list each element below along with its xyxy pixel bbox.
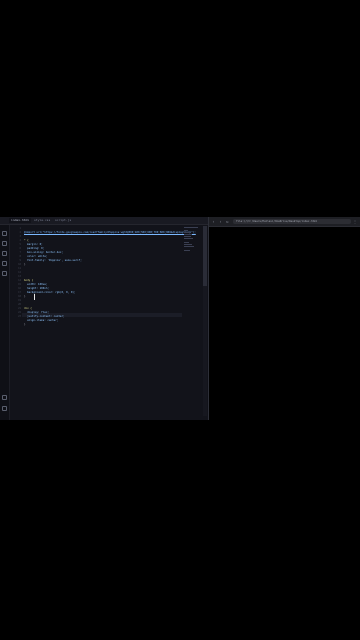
tab-style-css[interactable]: style.css bbox=[32, 218, 52, 223]
account-icon[interactable] bbox=[2, 395, 7, 400]
line-number: 4 bbox=[19, 239, 21, 242]
code-line: width: 100vw; bbox=[24, 283, 48, 286]
code-line: padding: 0; bbox=[24, 247, 45, 250]
line-number: 5 bbox=[19, 243, 21, 246]
line-number: 6 bbox=[19, 247, 21, 250]
code-line: height: 100vh; bbox=[24, 287, 49, 290]
line-number: 7 bbox=[19, 251, 21, 254]
code-editor[interactable]: index.html style.css script.js 1 2 3 4 5… bbox=[0, 217, 208, 420]
editor-tab-bar: index.html style.css script.js bbox=[0, 217, 208, 225]
browser-toolbar: ‹ › ↻ file:///C:/Users/Pallavi/OneDrive/… bbox=[209, 217, 360, 227]
code-line: @import url("https://fonts.googleapis.co… bbox=[24, 231, 196, 234]
line-number: 19 bbox=[18, 299, 21, 302]
extensions-icon[interactable] bbox=[2, 271, 7, 276]
run-debug-icon[interactable] bbox=[2, 261, 7, 266]
code-line: box-sizing: border-box; bbox=[24, 251, 64, 254]
line-number: 12 bbox=[18, 271, 21, 274]
line-number: 1 bbox=[19, 227, 21, 230]
code-line: margin: 0; bbox=[24, 243, 43, 246]
line-number: 22 bbox=[18, 311, 21, 314]
line-number: 11 bbox=[18, 267, 21, 270]
code-line: div { bbox=[24, 307, 32, 310]
explorer-icon[interactable] bbox=[2, 231, 7, 236]
code-line: } bbox=[24, 295, 26, 298]
code-line: * { bbox=[24, 239, 29, 242]
code-line: font-family: 'Poppins', sans-serif; bbox=[24, 259, 82, 262]
line-number: 23 bbox=[18, 315, 21, 318]
page-viewport[interactable] bbox=[209, 227, 360, 420]
line-number: 9 bbox=[19, 259, 21, 262]
gear-icon[interactable] bbox=[2, 406, 7, 411]
line-number: 2 bbox=[19, 231, 21, 234]
line-number: 10 bbox=[18, 263, 21, 266]
line-number: 13 bbox=[18, 275, 21, 278]
line-number-gutter: 1 2 3 4 5 6 7 8 9 10 11 12 13 14 15 16 1… bbox=[11, 227, 21, 417]
code-text-area[interactable]: @import url("https://fonts.googleapis.co… bbox=[24, 227, 196, 417]
line-number: 15 bbox=[18, 283, 21, 286]
mouse-cursor bbox=[34, 294, 35, 300]
activity-bar bbox=[0, 225, 10, 420]
reload-icon[interactable]: ↻ bbox=[225, 219, 230, 224]
line-number: 21 bbox=[18, 307, 21, 310]
line-number: 20 bbox=[18, 303, 21, 306]
code-line: } bbox=[24, 263, 26, 266]
arrow-right-icon[interactable]: › bbox=[218, 219, 223, 224]
code-line: color: white; bbox=[24, 255, 48, 258]
tab-index-html[interactable]: index.html bbox=[9, 218, 31, 223]
code-line: align-items: center; bbox=[24, 319, 59, 322]
arrow-left-icon[interactable]: ‹ bbox=[211, 219, 216, 224]
code-line: justify-content: center; bbox=[24, 315, 65, 318]
line-number: 14 bbox=[18, 279, 21, 282]
line-number: 17 bbox=[18, 291, 21, 294]
line-number: 8 bbox=[19, 255, 21, 258]
line-number: 18 bbox=[18, 295, 21, 298]
code-line: } bbox=[24, 323, 26, 326]
address-bar[interactable]: file:///C:/Users/Pallavi/OneDrive/Deskto… bbox=[233, 219, 351, 224]
line-number: 3 bbox=[19, 235, 21, 238]
code-line: background-color: rgb(0, 0, 0); bbox=[24, 291, 76, 294]
minimap[interactable] bbox=[184, 226, 200, 256]
source-control-icon[interactable] bbox=[2, 251, 7, 256]
tab-script-js[interactable]: script.js bbox=[53, 218, 73, 223]
code-line: display: flex; bbox=[24, 311, 49, 314]
more-icon[interactable]: ⋮ bbox=[353, 219, 357, 224]
browser-window: ‹ › ↻ file:///C:/Users/Pallavi/OneDrive/… bbox=[209, 217, 360, 420]
search-icon[interactable] bbox=[2, 241, 7, 246]
editor-scrollbar[interactable] bbox=[203, 226, 207, 416]
code-line: body { bbox=[24, 279, 34, 282]
scrollbar-thumb[interactable] bbox=[203, 226, 207, 286]
line-number: 16 bbox=[18, 287, 21, 290]
